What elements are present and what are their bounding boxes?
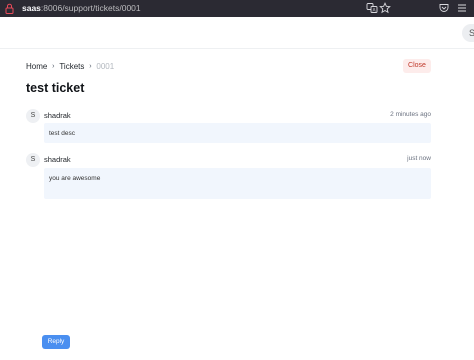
- comment-body-box: test desc: [44, 123, 431, 143]
- breadcrumb-home[interactable]: Home: [26, 61, 47, 72]
- comment-timestamp: just now: [407, 155, 431, 162]
- page-title: test ticket: [26, 81, 85, 95]
- browser-address-bar: saas:8006/support/tickets/0001 A: [0, 0, 474, 17]
- translate-icon[interactable]: A: [366, 2, 378, 14]
- avatar: S: [26, 153, 40, 167]
- url-host: saas: [22, 3, 41, 13]
- app-header: S: [0, 17, 474, 49]
- menu-icon[interactable]: [456, 2, 468, 14]
- url-path: :8006/support/tickets/0001: [40, 3, 141, 13]
- lock-icon[interactable]: [5, 3, 14, 14]
- close-ticket-button[interactable]: Close: [403, 59, 431, 73]
- breadcrumb-separator-icon: ›: [52, 63, 55, 70]
- breadcrumb: Home › Tickets › 0001: [26, 61, 114, 72]
- breadcrumb-current-ticket: 0001: [96, 62, 115, 71]
- breadcrumb-separator-icon: ›: [89, 63, 92, 70]
- comment-body: test desc: [49, 130, 76, 137]
- comment-author: shadrak: [44, 111, 71, 120]
- comment-body-box: you are awesome: [44, 168, 431, 199]
- user-menu-avatar[interactable]: S: [462, 24, 474, 42]
- breadcrumb-tickets[interactable]: Tickets: [59, 61, 84, 72]
- url-field[interactable]: saas:8006/support/tickets/0001: [22, 2, 141, 15]
- comment-body: you are awesome: [49, 175, 101, 182]
- avatar: S: [26, 109, 40, 123]
- reply-button[interactable]: Reply: [42, 335, 70, 349]
- pocket-icon[interactable]: [438, 2, 450, 14]
- comment-author: shadrak: [44, 155, 71, 164]
- comment-timestamp: 2 minutes ago: [390, 111, 431, 118]
- bookmark-star-icon[interactable]: [379, 2, 391, 14]
